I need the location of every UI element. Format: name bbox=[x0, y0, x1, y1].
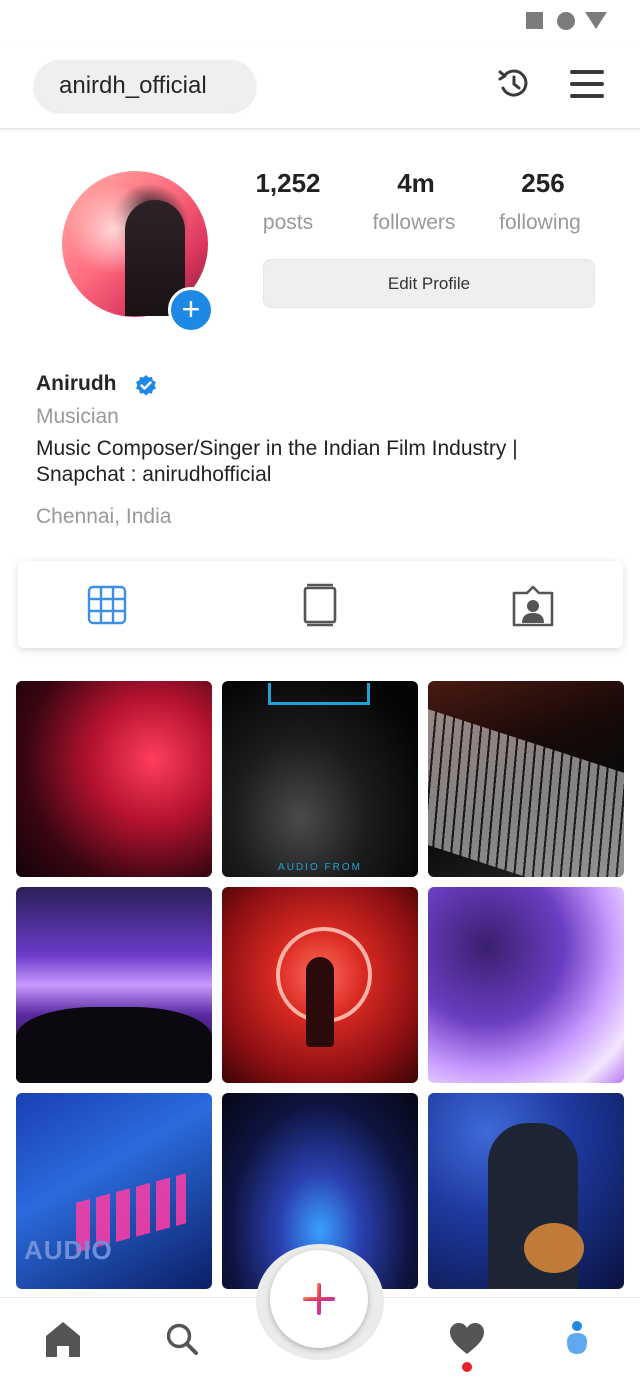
neon-figure bbox=[306, 957, 334, 1047]
home-icon[interactable] bbox=[44, 1320, 82, 1357]
followers-label: followers bbox=[372, 211, 456, 234]
notification-dot bbox=[462, 1362, 472, 1372]
following-count[interactable]: 256 bbox=[500, 168, 586, 199]
profile-icon[interactable] bbox=[565, 1320, 589, 1356]
post-red-portrait[interactable] bbox=[16, 681, 212, 877]
posts-count[interactable]: 1,252 bbox=[248, 168, 328, 199]
username-label: anirdh_official bbox=[59, 72, 207, 99]
profile-location: Chennai, India bbox=[36, 505, 172, 528]
following-label: following bbox=[499, 211, 581, 234]
post-guitarist[interactable] bbox=[428, 1093, 624, 1289]
launchpad-caption: AUDIO bbox=[24, 1235, 113, 1265]
followers-count[interactable]: 4m bbox=[368, 168, 464, 199]
post-neon-art[interactable] bbox=[222, 887, 418, 1083]
bio-line: Music Composer/Singer in the Indian Film… bbox=[36, 437, 518, 460]
tagged-icon[interactable] bbox=[511, 585, 555, 627]
history-icon[interactable] bbox=[496, 66, 530, 100]
heart-icon[interactable] bbox=[449, 1322, 485, 1355]
post-concert-crowd[interactable] bbox=[16, 887, 212, 1083]
album-logo bbox=[268, 683, 370, 705]
post-album-cover[interactable]: AUDIO FROM bbox=[222, 681, 418, 877]
post-keyboard-hands[interactable] bbox=[428, 681, 624, 877]
status-triangle-icon bbox=[585, 12, 607, 29]
keyboard-keys bbox=[428, 709, 624, 877]
add-icon bbox=[303, 1283, 335, 1315]
profile-name: Anirudh bbox=[36, 372, 117, 395]
profile-category: Musician bbox=[36, 405, 119, 428]
grid-icon[interactable] bbox=[87, 585, 127, 625]
search-icon[interactable] bbox=[165, 1322, 199, 1356]
status-square-icon bbox=[526, 12, 543, 29]
album-caption: AUDIO FROM bbox=[278, 862, 362, 873]
username-switcher[interactable]: anirdh_official bbox=[34, 60, 256, 112]
posts-label: posts bbox=[262, 211, 314, 234]
profile-bio: Music Composer/Singer in the Indian Film… bbox=[36, 436, 596, 488]
bio-line: Snapchat : anirudhofficial bbox=[36, 463, 272, 486]
crowd-silhouette bbox=[16, 1007, 212, 1083]
add-story-button[interactable]: + bbox=[168, 287, 214, 333]
status-circle-icon bbox=[557, 12, 575, 30]
igtv-icon[interactable] bbox=[302, 583, 338, 627]
verified-badge-icon bbox=[136, 375, 156, 396]
edit-profile-button[interactable]: Edit Profile bbox=[263, 259, 595, 308]
post-purple-portrait[interactable] bbox=[428, 887, 624, 1083]
guitar-body bbox=[524, 1223, 584, 1273]
post-launchpad[interactable]: AUDIO bbox=[16, 1093, 212, 1289]
menu-icon[interactable] bbox=[570, 70, 604, 98]
